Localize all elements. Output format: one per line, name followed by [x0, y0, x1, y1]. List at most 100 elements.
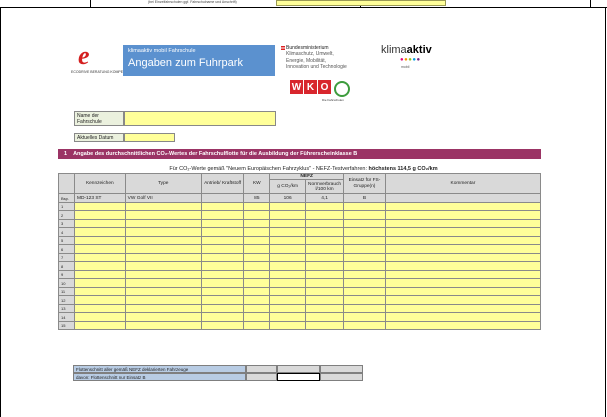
cell-verbrauch[interactable]	[305, 218, 345, 229]
cell-verbrauch[interactable]	[305, 286, 345, 297]
cell-kennzeichen[interactable]	[73, 244, 126, 254]
cell-co2[interactable]	[269, 201, 307, 212]
cell-kennzeichen[interactable]	[73, 269, 126, 280]
cell-antrieb[interactable]	[200, 303, 245, 314]
cell-einsatz[interactable]	[343, 235, 386, 246]
cell-kw[interactable]	[243, 286, 271, 297]
cell-einsatz[interactable]	[343, 269, 386, 280]
cell-verbrauch[interactable]	[305, 295, 345, 305]
cell-antrieb[interactable]	[200, 244, 245, 254]
cell-einsatz[interactable]	[343, 320, 386, 331]
cell-antrieb[interactable]	[200, 201, 245, 212]
cell-kommentar[interactable]	[384, 218, 542, 229]
cell-kw[interactable]	[243, 218, 271, 229]
date-input[interactable]	[124, 133, 175, 142]
cell-kennzeichen[interactable]	[73, 201, 126, 212]
cell-kommentar[interactable]	[384, 286, 542, 297]
avg-b-selected-cell[interactable]	[277, 373, 320, 381]
cell-type[interactable]	[124, 320, 202, 331]
cell-verbrauch[interactable]	[305, 278, 345, 288]
cell-co2[interactable]	[269, 269, 307, 280]
cell-antrieb[interactable]	[200, 295, 245, 305]
cell-type[interactable]	[124, 303, 202, 314]
cell-kommentar[interactable]	[384, 261, 542, 271]
cell-kennzeichen[interactable]	[73, 210, 126, 220]
cell-kommentar[interactable]	[384, 278, 542, 288]
cell-kommentar[interactable]	[384, 295, 542, 305]
cell-kw[interactable]	[243, 227, 271, 237]
cell-kennzeichen[interactable]	[73, 235, 126, 246]
cell-kommentar[interactable]	[384, 210, 542, 220]
cell-co2[interactable]	[269, 295, 307, 305]
cell-co2[interactable]	[269, 261, 307, 271]
cell-kw[interactable]	[243, 235, 271, 246]
cell-verbrauch[interactable]	[305, 261, 345, 271]
cell-verbrauch[interactable]	[305, 269, 345, 280]
cell-kw[interactable]	[243, 210, 271, 220]
cell-kw[interactable]	[243, 278, 271, 288]
cell-verbrauch[interactable]	[305, 252, 345, 263]
cell-antrieb[interactable]	[200, 312, 245, 322]
cell-einsatz[interactable]	[343, 286, 386, 297]
cell-kommentar[interactable]	[384, 227, 542, 237]
cell-einsatz[interactable]	[343, 312, 386, 322]
cell-antrieb[interactable]	[200, 235, 245, 246]
cell-antrieb[interactable]	[200, 210, 245, 220]
cell-kennzeichen[interactable]	[73, 312, 126, 322]
cell-kennzeichen[interactable]	[73, 295, 126, 305]
cell-co2[interactable]	[269, 235, 307, 246]
cell-kw[interactable]	[243, 261, 271, 271]
cell-co2[interactable]	[269, 303, 307, 314]
cell-co2[interactable]	[269, 227, 307, 237]
cell-antrieb[interactable]	[200, 320, 245, 331]
cell-antrieb[interactable]	[200, 218, 245, 229]
cell-type[interactable]	[124, 201, 202, 212]
cell-einsatz[interactable]	[343, 201, 386, 212]
cell-kennzeichen[interactable]	[73, 278, 126, 288]
cell-kw[interactable]	[243, 295, 271, 305]
cell-kennzeichen[interactable]	[73, 252, 126, 263]
cell-type[interactable]	[124, 210, 202, 220]
cell-kw[interactable]	[243, 269, 271, 280]
cell-type[interactable]	[124, 312, 202, 322]
cell-kennzeichen[interactable]	[73, 286, 126, 297]
cell-kommentar[interactable]	[384, 312, 542, 322]
cell-verbrauch[interactable]	[305, 244, 345, 254]
cell-kw[interactable]	[243, 312, 271, 322]
cell-kennzeichen[interactable]	[73, 218, 126, 229]
cell-kommentar[interactable]	[384, 303, 542, 314]
cell-verbrauch[interactable]	[305, 303, 345, 314]
cell-kommentar[interactable]	[384, 269, 542, 280]
cell-co2[interactable]	[269, 252, 307, 263]
cell-verbrauch[interactable]	[305, 235, 345, 246]
cell-type[interactable]	[124, 286, 202, 297]
cell-einsatz[interactable]	[343, 227, 386, 237]
cell-kennzeichen[interactable]	[73, 227, 126, 237]
cell-kommentar[interactable]	[384, 201, 542, 212]
cell-type[interactable]	[124, 227, 202, 237]
cell-verbrauch[interactable]	[305, 320, 345, 331]
cell-type[interactable]	[124, 218, 202, 229]
cell-kommentar[interactable]	[384, 235, 542, 246]
cell-antrieb[interactable]	[200, 227, 245, 237]
cell-kommentar[interactable]	[384, 320, 542, 331]
cell-antrieb[interactable]	[200, 278, 245, 288]
cell-verbrauch[interactable]	[305, 210, 345, 220]
cell-kommentar[interactable]	[384, 244, 542, 254]
cell-kennzeichen[interactable]	[73, 261, 126, 271]
cell-co2[interactable]	[269, 244, 307, 254]
cell-einsatz[interactable]	[343, 210, 386, 220]
cell-co2[interactable]	[269, 278, 307, 288]
top-input-cell[interactable]	[276, 0, 446, 6]
cell-co2[interactable]	[269, 320, 307, 331]
cell-type[interactable]	[124, 261, 202, 271]
cell-type[interactable]	[124, 269, 202, 280]
cell-antrieb[interactable]	[200, 252, 245, 263]
cell-kw[interactable]	[243, 201, 271, 212]
cell-type[interactable]	[124, 295, 202, 305]
cell-einsatz[interactable]	[343, 218, 386, 229]
cell-kw[interactable]	[243, 244, 271, 254]
cell-type[interactable]	[124, 252, 202, 263]
cell-einsatz[interactable]	[343, 261, 386, 271]
cell-verbrauch[interactable]	[305, 201, 345, 212]
